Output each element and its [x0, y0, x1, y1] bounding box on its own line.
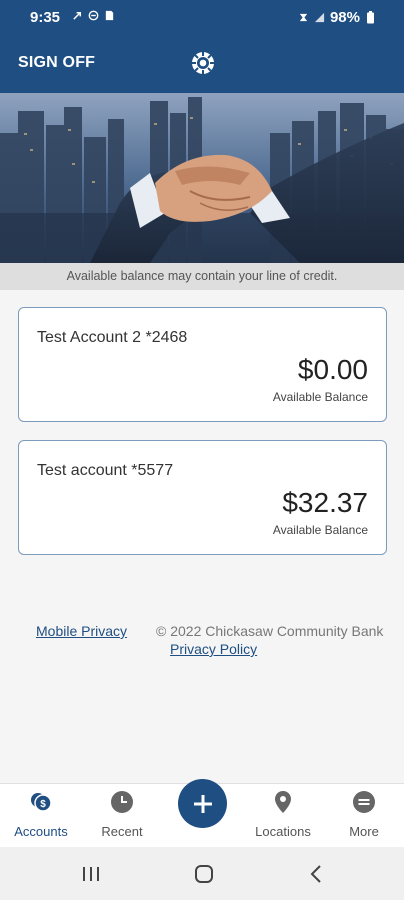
- recent-apps-icon[interactable]: [78, 861, 104, 887]
- call-forward-icon: [73, 12, 81, 20]
- banner-image: [0, 93, 404, 263]
- back-icon[interactable]: [304, 861, 330, 887]
- battery-percent: 98%: [329, 9, 360, 26]
- nav-label: Recent: [101, 824, 143, 839]
- balance-notice: Available balance may contain your line …: [0, 263, 404, 290]
- nav-more[interactable]: More: [324, 784, 404, 848]
- alarm-icon: [299, 13, 308, 22]
- plus-icon: [193, 794, 212, 813]
- nav-recent[interactable]: Recent: [82, 784, 162, 848]
- system-nav-bar: [0, 847, 404, 900]
- accounts-icon: $: [31, 793, 52, 812]
- nav-label: More: [349, 824, 379, 839]
- available-balance-label: Available Balance: [272, 390, 368, 404]
- document-icon: [105, 10, 114, 21]
- add-button[interactable]: [178, 779, 227, 828]
- account-name: Test account *5577: [37, 462, 174, 479]
- clock-icon: [111, 791, 133, 813]
- home-icon[interactable]: [191, 861, 217, 887]
- status-bar: 9:35 98%: [0, 0, 404, 34]
- account-card[interactable]: Test Account 2 *2468 $0.00 Available Bal…: [18, 307, 387, 422]
- account-card[interactable]: Test account *5577 $32.37 Available Bala…: [18, 440, 387, 555]
- signal-icon: [314, 12, 325, 23]
- battery-icon: [367, 11, 374, 24]
- nav-label: Accounts: [14, 824, 68, 839]
- location-pin-icon: [275, 791, 291, 813]
- privacy-policy-link[interactable]: Privacy Policy: [170, 641, 257, 657]
- bottom-nav: $ Accounts Recent Locations More: [0, 779, 404, 848]
- nav-accounts[interactable]: $ Accounts: [1, 784, 81, 848]
- account-balance: $0.00: [297, 354, 368, 385]
- sign-off-button[interactable]: SIGN OFF: [18, 54, 95, 72]
- svg-text:$: $: [40, 799, 46, 810]
- do-not-disturb-icon: [88, 10, 99, 21]
- more-icon: [353, 791, 375, 813]
- bank-logo-icon: [192, 52, 214, 74]
- app-header: SIGN OFF: [0, 34, 404, 93]
- copyright-text: © 2022 Chickasaw Community Bank: [156, 623, 384, 639]
- account-balance: $32.37: [282, 487, 368, 518]
- status-notification-icons: [72, 9, 115, 22]
- available-balance-label: Available Balance: [272, 523, 368, 537]
- status-time: 9:35: [30, 9, 61, 26]
- nav-locations[interactable]: Locations: [243, 784, 323, 848]
- mobile-privacy-link[interactable]: Mobile Privacy: [36, 623, 127, 639]
- status-system-icons: 98%: [298, 9, 376, 26]
- account-name: Test Account 2 *2468: [37, 329, 188, 346]
- nav-label: Locations: [255, 824, 311, 839]
